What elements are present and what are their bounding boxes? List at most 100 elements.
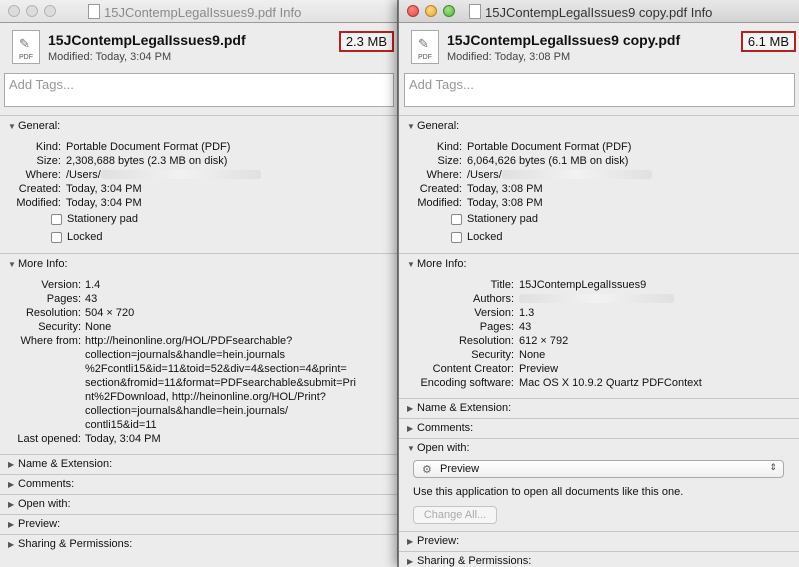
disclosure-triangle-right-icon: ▶ — [8, 460, 15, 469]
title-label: Title: — [490, 279, 514, 291]
locked-label: Locked — [467, 231, 503, 243]
security-value: None — [85, 321, 112, 333]
resolution-value: 504 × 720 — [85, 307, 135, 319]
preview-title: Preview: — [417, 535, 460, 547]
created-label: Created: — [18, 183, 61, 195]
where-from-line: collection=journals&handle=hein.journals — [85, 349, 285, 361]
name-extension-title: Name & Extension: — [18, 458, 113, 470]
window-title: 15JContempLegalIssues9.pdf Info — [88, 4, 301, 20]
change-all-button[interactable]: Change All... — [413, 506, 497, 524]
sharing-permissions-section[interactable]: ▶ Sharing & Permissions: — [0, 534, 397, 567]
more-info-disclosure[interactable]: ▼ More Info: — [8, 258, 68, 270]
version-value: 1.4 — [85, 279, 101, 291]
open-with-title: Open with: — [417, 442, 470, 454]
preview-section[interactable]: ▶ Preview: — [399, 531, 799, 552]
open-with-section[interactable]: ▶ Open with: — [0, 494, 397, 515]
disclosure-triangle-down-icon: ▼ — [8, 260, 16, 269]
file-header: ✎ PDF 15JContempLegalIssues9 copy.pdf Mod… — [399, 23, 799, 73]
last-opened-label: Last opened: — [17, 433, 81, 445]
close-button[interactable] — [8, 5, 20, 17]
encoding-software-value: Mac OS X 10.9.2 Quartz PDFContext — [519, 377, 702, 389]
general-section: ▼ General: Kind: Portable Document Format… — [0, 115, 397, 256]
created-label: Created: — [419, 183, 462, 195]
authors-label: Authors: — [473, 293, 514, 305]
stationery-checkbox[interactable] — [51, 214, 62, 225]
size-label: Size: — [36, 155, 61, 167]
sharing-permissions-section[interactable]: ▶ Sharing & Permissions: — [399, 551, 799, 567]
where-from-line: collection=journals&handle=hein.journals… — [85, 405, 289, 417]
window-title: 15JContempLegalIssues9 copy.pdf Info — [469, 4, 712, 20]
more-info-title: More Info: — [18, 258, 68, 270]
comments-section[interactable]: ▶ Comments: — [0, 474, 397, 495]
open-with-app-popup[interactable]: ⚙ Preview ⇕ — [413, 460, 784, 478]
where-from-line: %2Fcontli15&id=11&toid=52&div=4&section=… — [85, 363, 347, 375]
redacted-path — [501, 170, 652, 179]
name-extension-section[interactable]: ▶ Name & Extension: — [0, 454, 397, 475]
size-value: 2,308,688 bytes (2.3 MB on disk) — [66, 155, 228, 167]
comments-title: Comments: — [18, 478, 75, 490]
pages-label: Pages: — [479, 321, 514, 333]
tags-field[interactable]: Add Tags... — [4, 73, 394, 107]
pdf-icon-label: PDF — [418, 54, 432, 61]
redacted-path — [100, 170, 261, 179]
redacted-authors — [519, 294, 674, 303]
security-label: Security: — [38, 321, 81, 333]
modified-value: Today, 3:08 PM — [467, 197, 543, 209]
disclosure-triangle-right-icon: ▶ — [407, 557, 414, 566]
titlebar[interactable]: 15JContempLegalIssues9 copy.pdf Info — [399, 0, 799, 23]
minimize-button[interactable] — [425, 5, 437, 17]
where-from-line: section&fromid=11&format=PDFsearchable&s… — [85, 377, 356, 389]
modified-value: Today, 3:04 PM — [66, 197, 142, 209]
titlebar[interactable]: 15JContempLegalIssues9.pdf Info — [0, 0, 397, 23]
version-label: Version: — [474, 307, 514, 319]
content-creator-value: Preview — [519, 363, 559, 375]
disclosure-triangle-right-icon: ▶ — [8, 500, 15, 509]
preview-section[interactable]: ▶ Preview: — [0, 514, 397, 535]
sharing-permissions-title: Sharing & Permissions: — [18, 538, 133, 550]
pdf-file-icon: ✎ PDF — [411, 30, 439, 64]
file-header: ✎ PDF 15JContempLegalIssues9.pdf Modified… — [0, 23, 397, 73]
minimize-button[interactable] — [26, 5, 38, 17]
stationery-label: Stationery pad — [467, 213, 538, 225]
pages-value: 43 — [519, 321, 532, 333]
tags-field[interactable]: Add Tags... — [404, 73, 795, 107]
disclosure-triangle-right-icon: ▶ — [407, 424, 414, 433]
created-value: Today, 3:04 PM — [66, 183, 142, 195]
comments-section[interactable]: ▶ Comments: — [399, 418, 799, 439]
file-size-highlight: 2.3 MB — [338, 31, 394, 52]
modified-label: Modified: — [417, 197, 462, 209]
locked-checkbox[interactable] — [451, 232, 462, 243]
locked-checkbox[interactable] — [51, 232, 62, 243]
where-label: Where: — [25, 169, 61, 181]
modified-summary: Modified: Today, 3:08 PM — [447, 51, 571, 63]
disclosure-triangle-right-icon: ▶ — [407, 404, 414, 413]
version-value: 1.3 — [519, 307, 535, 319]
encoding-software-label: Encoding software: — [420, 377, 514, 389]
name-extension-section[interactable]: ▶ Name & Extension: — [399, 398, 799, 419]
disclosure-triangle-down-icon: ▼ — [407, 260, 415, 269]
where-value: /Users/ — [66, 169, 261, 181]
stationery-checkbox[interactable] — [451, 214, 462, 225]
general-section: ▼ General: Kind: Portable Document Format… — [399, 115, 799, 256]
window-title-text: 15JContempLegalIssues9.pdf Info — [104, 5, 302, 20]
close-button[interactable] — [407, 5, 419, 17]
zoom-button[interactable] — [443, 5, 455, 17]
general-title: General: — [18, 120, 61, 132]
zoom-button[interactable] — [44, 5, 56, 17]
disclosure-triangle-right-icon: ▶ — [407, 537, 414, 546]
disclosure-triangle-right-icon: ▶ — [8, 480, 15, 489]
sharing-permissions-title: Sharing & Permissions: — [417, 555, 532, 567]
disclosure-triangle-right-icon: ▶ — [8, 520, 15, 529]
document-icon — [88, 4, 100, 19]
content-creator-label: Content Creator: — [432, 363, 514, 375]
pdf-file-icon: ✎ PDF — [12, 30, 40, 64]
general-disclosure[interactable]: ▼ General: — [8, 120, 60, 132]
open-with-disclosure[interactable]: ▼ Open with: — [407, 442, 470, 454]
stationery-label: Stationery pad — [67, 213, 138, 225]
window-controls — [407, 5, 455, 17]
kind-value: Portable Document Format (PDF) — [66, 141, 231, 153]
more-info-disclosure[interactable]: ▼ More Info: — [407, 258, 467, 270]
general-disclosure[interactable]: ▼ General: — [407, 120, 459, 132]
open-with-title: Open with: — [18, 498, 71, 510]
window-controls — [8, 5, 56, 17]
